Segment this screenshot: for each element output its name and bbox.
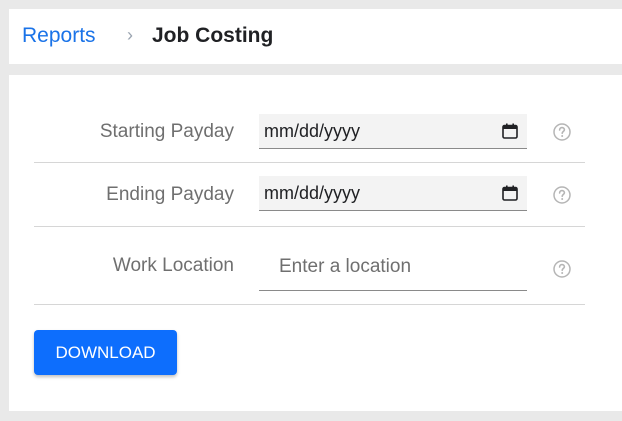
page-header: Reports › Job Costing (9, 9, 622, 64)
work-location-input[interactable] (259, 249, 527, 290)
question-circle-icon[interactable] (553, 123, 571, 141)
calendar-icon[interactable] (502, 123, 518, 139)
ending-payday-row: Ending Payday mm/dd/yyyy (34, 163, 585, 227)
page-title: Job Costing (152, 24, 274, 47)
ending-payday-label: Ending Payday (106, 184, 234, 205)
download-button[interactable]: DOWNLOAD (34, 330, 177, 375)
calendar-icon[interactable] (502, 185, 518, 201)
work-location-field (259, 249, 527, 291)
breadcrumb-separator-icon: › (127, 25, 133, 45)
work-location-row: Work Location (34, 227, 585, 305)
ending-payday-input[interactable]: mm/dd/yyyy (259, 176, 527, 211)
starting-payday-value: mm/dd/yyyy (264, 121, 361, 141)
starting-payday-label: Starting Payday (99, 121, 234, 142)
question-circle-icon[interactable] (553, 260, 571, 278)
breadcrumb-reports-link[interactable]: Reports (22, 24, 96, 48)
ending-payday-value: mm/dd/yyyy (264, 183, 361, 203)
starting-payday-input[interactable]: mm/dd/yyyy (259, 114, 527, 149)
question-circle-icon[interactable] (553, 186, 571, 204)
starting-payday-row: Starting Payday mm/dd/yyyy (34, 100, 585, 163)
report-form-card: Starting Payday mm/dd/yyyy Ending Payday… (9, 75, 622, 411)
work-location-label: Work Location (112, 255, 234, 276)
